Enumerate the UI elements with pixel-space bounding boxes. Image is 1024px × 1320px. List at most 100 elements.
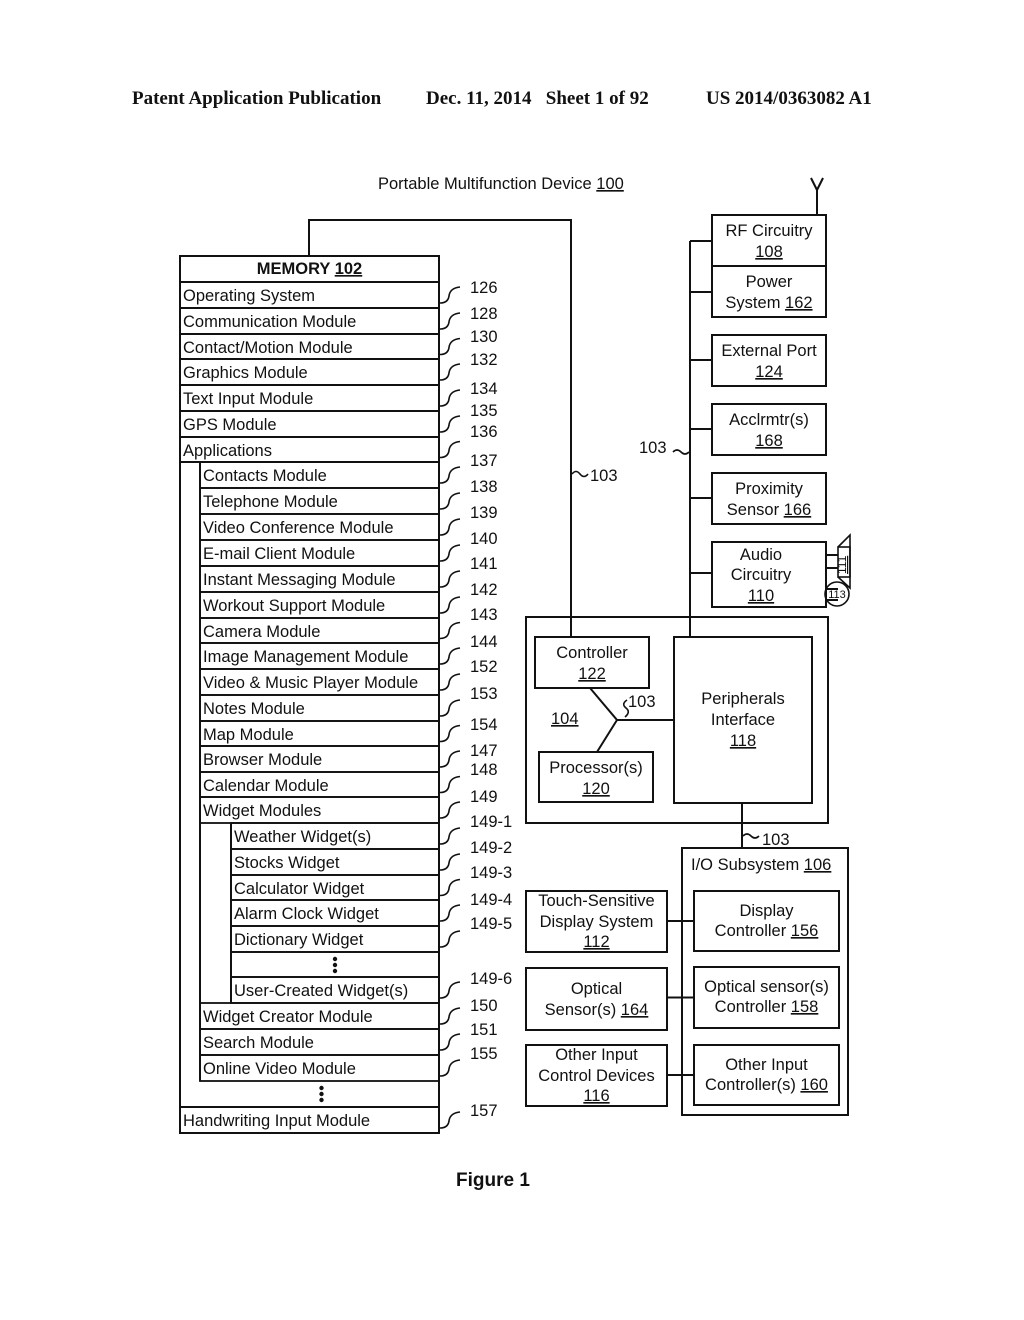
memory-row bbox=[180, 1085, 439, 1108]
memory-row-ref: 130 bbox=[470, 328, 498, 346]
svg-text:Touch-Sensitive: Touch-Sensitive bbox=[538, 892, 654, 910]
device-label: Proximity bbox=[735, 480, 804, 498]
io-device-box: Touch-Sensitive Display System 112 bbox=[525, 890, 668, 953]
svg-text:Control Devices: Control Devices bbox=[538, 1067, 654, 1085]
bus-squiggle-icon bbox=[571, 470, 589, 478]
leader-line bbox=[439, 724, 461, 743]
memory-row-ref: 140 bbox=[470, 530, 498, 548]
leader-line bbox=[439, 878, 461, 897]
memory-row-ref: 152 bbox=[470, 658, 498, 676]
io-bus-squiggle-icon bbox=[742, 833, 760, 839]
memory-row-label: Calculator Widget bbox=[234, 880, 365, 898]
peripheral-device-box: RF Circuitry 108 bbox=[690, 214, 827, 267]
memory-row-ref: 134 bbox=[470, 380, 498, 398]
io-controller-ref: 158 bbox=[791, 998, 819, 1016]
diagram-title: Portable Multifunction Device 100 bbox=[378, 175, 624, 193]
speaker-icon: 111 bbox=[826, 533, 851, 590]
memory-row-ref: 135 bbox=[470, 402, 498, 420]
speaker-ref: 111 bbox=[835, 555, 849, 574]
memory-row-label: Dictionary Widget bbox=[234, 931, 364, 949]
leader-line bbox=[439, 518, 461, 536]
controller-ref: 122 bbox=[578, 665, 606, 683]
io-controller-ref: 160 bbox=[800, 1076, 828, 1094]
memory-row-label: Weather Widget(s) bbox=[234, 828, 371, 846]
memory-row-ref: 149-6 bbox=[470, 970, 512, 988]
leader-line bbox=[439, 570, 461, 588]
processor-label: Processor(s) bbox=[549, 759, 643, 777]
io-subsystem-label: I/O Subsystem 106 bbox=[691, 856, 831, 874]
memory-row-ref: 149-3 bbox=[470, 864, 512, 882]
memory-row-ref: 126 bbox=[470, 279, 498, 297]
device-label: 168 bbox=[755, 432, 783, 450]
memory-row-label: Image Management Module bbox=[203, 648, 408, 666]
memory-row-ref: 141 bbox=[470, 555, 498, 573]
memory-row-label: Applications bbox=[183, 442, 272, 460]
chip-ref: 104 bbox=[551, 710, 579, 728]
device-ref: 110 bbox=[748, 587, 774, 605]
svg-text:Other Input: Other Input bbox=[725, 1056, 808, 1074]
io-device-ref: 164 bbox=[621, 1001, 649, 1019]
io-device-box: Other Input Control Devices 116 bbox=[525, 1044, 668, 1107]
memory-row-ref: 139 bbox=[470, 504, 498, 522]
memory-row-label: Video & Music Player Module bbox=[203, 674, 418, 692]
peripherals-label-1: Peripherals bbox=[701, 690, 784, 708]
bus-ref-label: 103 bbox=[590, 467, 618, 485]
memory-ref: 102 bbox=[335, 260, 363, 278]
processor-ref: 120 bbox=[582, 780, 610, 798]
memory-row-label: Handwriting Input Module bbox=[183, 1112, 370, 1130]
svg-text:Controller 158: Controller 158 bbox=[715, 998, 819, 1016]
io-bus-ref-label: 103 bbox=[762, 831, 790, 849]
device-ref: 108 bbox=[755, 243, 783, 261]
peripheral-device-box: Power System 162 bbox=[690, 265, 827, 318]
ellipsis-dot bbox=[332, 956, 338, 962]
device-label: Power bbox=[746, 273, 793, 291]
diagram-title-ref: 100 bbox=[596, 175, 624, 193]
device-label: 124 bbox=[755, 363, 783, 381]
memory-row bbox=[230, 951, 440, 978]
ellipsis-dot bbox=[319, 1091, 324, 1097]
peripherals-ref: 118 bbox=[730, 732, 756, 750]
device-label: RF Circuitry bbox=[725, 222, 813, 240]
leader-line bbox=[439, 596, 461, 614]
memory-row-ref: 153 bbox=[470, 685, 498, 703]
memory-row-label: Widget Creator Module bbox=[203, 1008, 373, 1026]
leader-line bbox=[439, 1111, 461, 1129]
memory-row-label: User-Created Widget(s) bbox=[234, 982, 408, 1000]
leader-line bbox=[439, 647, 461, 665]
memory-row-label: Notes Module bbox=[203, 700, 305, 718]
leader-line bbox=[439, 981, 461, 999]
io-subsystem-ref: 106 bbox=[804, 856, 832, 874]
device-label: Audio bbox=[740, 546, 782, 564]
memory-row-ref: 136 bbox=[470, 423, 498, 441]
memory-row-label: Workout Support Module bbox=[203, 597, 385, 615]
leader-line bbox=[439, 544, 461, 562]
device-label: System 162 bbox=[725, 294, 812, 312]
svg-text:Display: Display bbox=[739, 902, 794, 920]
peripheral-bus-ref-label: 103 bbox=[639, 439, 667, 457]
leader-line bbox=[439, 1007, 461, 1025]
device-label: Acclrmtr(s) bbox=[729, 411, 809, 429]
leader-line bbox=[439, 440, 461, 459]
device-label: Sensor 166 bbox=[727, 501, 811, 519]
antenna-icon bbox=[810, 177, 824, 215]
internal-bus-ref-label: 103 bbox=[628, 693, 656, 711]
memory-row-label: Contacts Module bbox=[203, 467, 327, 485]
svg-text:Sensor(s) 164: Sensor(s) 164 bbox=[545, 1001, 649, 1019]
memory-row: Map Module 154 bbox=[199, 716, 498, 747]
memory-row-label: Text Input Module bbox=[183, 390, 313, 408]
leader-line bbox=[439, 930, 461, 948]
leader-line bbox=[439, 699, 461, 717]
memory-row: Search Module 151 bbox=[199, 1021, 498, 1056]
memory-row-label: Calendar Module bbox=[203, 777, 329, 795]
memory-row-ref: 149 bbox=[470, 788, 498, 806]
memory-row-label: Operating System bbox=[183, 287, 315, 305]
internal-bus-line bbox=[589, 687, 619, 753]
memory-row-ref: 142 bbox=[470, 581, 498, 599]
ellipsis-dot bbox=[332, 968, 338, 974]
peripheral-bus-squiggle-icon bbox=[672, 449, 690, 455]
memory-row-label: E-mail Client Module bbox=[203, 545, 355, 563]
leader-line bbox=[439, 389, 461, 407]
memory-block: MEMORY 102 Operating System 126 Communicati… bbox=[179, 255, 512, 1134]
memory-row-ref: 143 bbox=[470, 606, 498, 624]
memory-row-label: Instant Messaging Module bbox=[203, 571, 396, 589]
